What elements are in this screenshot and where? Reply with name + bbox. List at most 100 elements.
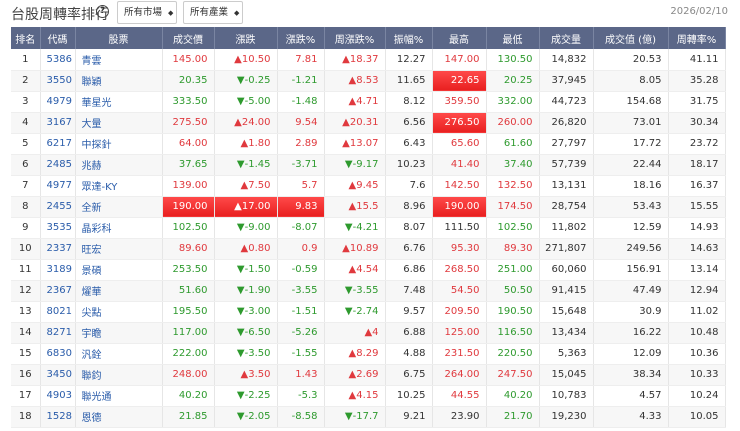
cell-name[interactable]: 汎銓 (75, 343, 163, 365)
cell-low: 190.50 (486, 301, 540, 323)
column-header[interactable]: 周轉率% (668, 27, 726, 49)
cell-code[interactable]: 3450 (40, 364, 76, 386)
cell-code[interactable]: 3550 (40, 70, 76, 92)
table-row[interactable]: 18 1528 恩德 21.85 ▼-2.05 -8.58 ▼-17.7 9.21 23.90 2… (11, 406, 726, 428)
table-row[interactable]: 13 8021 尖點 195.50 ▼-3.00 -1.51 ▼-2.74 9.57 209.5… (11, 301, 726, 323)
table-row[interactable]: 5 6217 中探針 64.00 ▲1.80 2.89 ▲13.07 6.43 65.60 61.… (11, 133, 726, 155)
cell-name[interactable]: 燿華 (75, 280, 163, 302)
cell-wk: ▲8.53 (324, 70, 386, 92)
column-header[interactable]: 排名 (11, 27, 41, 49)
cell-code[interactable]: 3167 (40, 112, 76, 134)
cell-name[interactable]: 景碩 (75, 259, 163, 281)
cell-code[interactable]: 4979 (40, 91, 76, 113)
cell-price: 190.00 (162, 196, 215, 218)
cell-code[interactable]: 6830 (40, 343, 76, 365)
cell-chg: ▲10.50 (214, 49, 278, 71)
cell-chg: ▼-5.00 (214, 91, 278, 113)
cell-amp: 9.21 (385, 406, 433, 428)
cell-code[interactable]: 3535 (40, 217, 76, 239)
cell-wk: ▼-2.74 (324, 301, 386, 323)
cell-turn: 41.11 (668, 49, 726, 71)
table-row[interactable]: 10 2337 旺宏 89.60 ▲0.80 0.9 ▲10.89 6.76 95.30 89.3… (11, 238, 726, 260)
cell-code[interactable]: 4977 (40, 175, 76, 197)
cell-name[interactable]: 恩德 (75, 406, 163, 428)
column-header[interactable]: 最高 (432, 27, 487, 49)
cell-low: 20.25 (486, 70, 540, 92)
cell-code[interactable]: 1528 (40, 406, 76, 428)
cell-code[interactable]: 2485 (40, 154, 76, 176)
cell-code[interactable]: 2337 (40, 238, 76, 260)
cell-rank: 5 (11, 133, 41, 155)
table-row[interactable]: 7 4977 眾達-KY 139.00 ▲7.50 5.7 ▲9.45 7.6 142.50 13… (11, 175, 726, 197)
cell-name[interactable]: 尖點 (75, 301, 163, 323)
table-row[interactable]: 12 2367 燿華 51.60 ▼-1.90 -3.55 ▼-3.55 7.48 54.50 5… (11, 280, 726, 302)
table-row[interactable]: 9 3535 晶彩科 102.50 ▼-9.00 -8.07 ▼-4.21 8.07 111.5… (11, 217, 726, 239)
cell-name[interactable]: 晶彩科 (75, 217, 163, 239)
cell-amp: 6.76 (385, 238, 433, 260)
table-row[interactable]: 8 2455 全新 190.00 ▲17.00 9.83 ▲15.5 8.96 190.00 17… (11, 196, 726, 218)
cell-code[interactable]: 2367 (40, 280, 76, 302)
table-row[interactable]: 11 3189 景碩 253.50 ▼-1.50 -0.59 ▲4.54 6.86 268.50… (11, 259, 726, 281)
cell-name[interactable]: 華星光 (75, 91, 163, 113)
cell-name[interactable]: 旺宏 (75, 238, 163, 260)
table-row[interactable]: 2 3550 聯穎 20.35 ▼-0.25 -1.21 ▲8.53 11.65 22.65 20… (11, 70, 726, 92)
column-header[interactable]: 成交量 (539, 27, 594, 49)
cell-chg: ▼-3.00 (214, 301, 278, 323)
help-icon[interactable]: ? (96, 5, 109, 18)
market-select[interactable]: 所有市場 ◆ (117, 1, 177, 24)
cell-price: 20.35 (162, 70, 215, 92)
cell-val: 4.33 (593, 406, 669, 428)
cell-wk: ▲2.69 (324, 364, 386, 386)
cell-code[interactable]: 5386 (40, 49, 76, 71)
cell-code[interactable]: 6217 (40, 133, 76, 155)
cell-code[interactable]: 8271 (40, 322, 76, 344)
cell-name[interactable]: 眾達-KY (75, 175, 163, 197)
column-header[interactable]: 振幅% (385, 27, 433, 49)
industry-select[interactable]: 所有產業 ◆ (183, 1, 243, 24)
cell-price: 333.50 (162, 91, 215, 113)
cell-code[interactable]: 2455 (40, 196, 76, 218)
table-row[interactable]: 17 4903 聯光通 40.20 ▼-2.25 -5.3 ▲4.15 10.25 44.55 4… (11, 385, 726, 407)
cell-name[interactable]: 聯鈞 (75, 364, 163, 386)
cell-name[interactable]: 宇瞻 (75, 322, 163, 344)
table-row[interactable]: 16 3450 聯鈞 248.00 ▲3.50 1.43 ▲2.69 6.75 264.00 24… (11, 364, 726, 386)
table-row[interactable]: 1 5386 青雲 145.00 ▲10.50 7.81 ▲18.37 12.27 147.00… (11, 49, 726, 71)
cell-code[interactable]: 3189 (40, 259, 76, 281)
cell-chg: ▼-1.90 (214, 280, 278, 302)
column-header[interactable]: 周漲跌% (324, 27, 386, 49)
cell-pct: 1.43 (277, 364, 325, 386)
cell-val: 12.59 (593, 217, 669, 239)
cell-vol: 60,060 (539, 259, 594, 281)
cell-amp: 10.23 (385, 154, 433, 176)
cell-amp: 7.6 (385, 175, 433, 197)
cell-val: 249.56 (593, 238, 669, 260)
cell-rank: 15 (11, 343, 41, 365)
cell-name[interactable]: 青雲 (75, 49, 163, 71)
cell-rank: 13 (11, 301, 41, 323)
column-header[interactable]: 漲跌 (214, 27, 278, 49)
column-header[interactable]: 成交價 (162, 27, 215, 49)
table-row[interactable]: 6 2485 兆赫 37.65 ▼-1.45 -3.71 ▼-9.17 10.23 41.40 3… (11, 154, 726, 176)
cell-name[interactable]: 中探針 (75, 133, 163, 155)
cell-code[interactable]: 4903 (40, 385, 76, 407)
cell-pct: 2.89 (277, 133, 325, 155)
cell-amp: 8.07 (385, 217, 433, 239)
column-header[interactable]: 漲跌% (277, 27, 325, 49)
cell-name[interactable]: 聯光通 (75, 385, 163, 407)
cell-name[interactable]: 聯穎 (75, 70, 163, 92)
cell-turn: 16.37 (668, 175, 726, 197)
cell-name[interactable]: 兆赫 (75, 154, 163, 176)
table-row[interactable]: 4 3167 大量 275.50 ▲24.00 9.54 ▲20.31 6.56 276.50 2… (11, 112, 726, 134)
table-row[interactable]: 3 4979 華星光 333.50 ▼-5.00 -1.48 ▲4.71 8.12 359.50… (11, 91, 726, 113)
table-row[interactable]: 14 8271 宇瞻 117.00 ▼-6.50 -5.26 ▲4 6.88 125.00 116… (11, 322, 726, 344)
column-header[interactable]: 股票 (75, 27, 163, 49)
column-header[interactable]: 最低 (486, 27, 540, 49)
cell-wk: ▲9.45 (324, 175, 386, 197)
cell-code[interactable]: 8021 (40, 301, 76, 323)
cell-high: 95.30 (432, 238, 487, 260)
cell-name[interactable]: 全新 (75, 196, 163, 218)
column-header[interactable]: 代碼 (40, 27, 76, 49)
table-row[interactable]: 15 6830 汎銓 222.00 ▼-3.50 -1.55 ▲8.29 4.88 231.50… (11, 343, 726, 365)
column-header[interactable]: 成交值 (億) (593, 27, 669, 49)
cell-name[interactable]: 大量 (75, 112, 163, 134)
